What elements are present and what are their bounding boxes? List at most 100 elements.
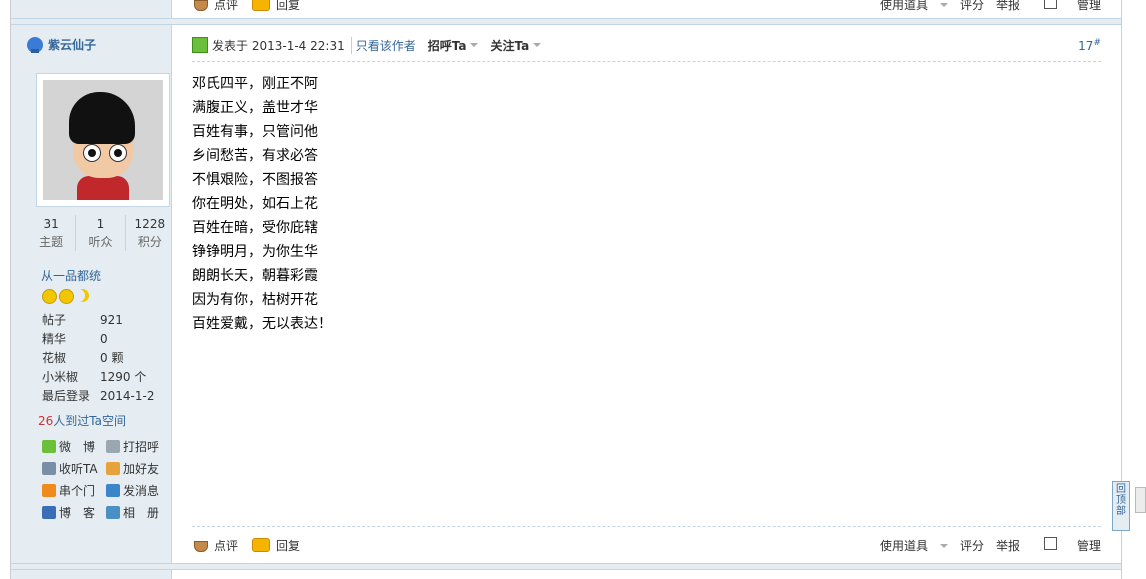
left-gutter [0, 0, 11, 579]
post-header: 发表于 2013-1-4 22:31 只看该作者 招呼Ta 关注Ta 17# [192, 36, 1101, 54]
weibo-label: 微 博 [59, 439, 96, 454]
home-icon [42, 483, 56, 497]
visits-count: 26 [38, 414, 54, 428]
album-link[interactable]: 相 册 [106, 504, 170, 521]
footer-divider [192, 526, 1101, 527]
post-content: 邓氏四平，刚正不阿 满腹正义，盖世才华 百姓有事，只管问他 乡间愁苦，有求必答 … [192, 72, 332, 336]
weibo-star-icon [42, 439, 56, 453]
manage-toggle[interactable]: 管理 [1032, 536, 1101, 554]
coffee-cup-icon [192, 539, 210, 552]
avatar-left-eye [83, 144, 101, 162]
comment-label: 点评 [214, 538, 239, 553]
manage-toggle[interactable]: 管理 [1032, 0, 1101, 13]
avatar-frame[interactable] [36, 73, 170, 207]
info-key: 花椒 [42, 351, 67, 365]
weibo-link[interactable]: 微 博 [42, 438, 106, 455]
poem-line: 乡间愁苦，有求必答 [192, 148, 318, 164]
manage-checkbox[interactable] [1043, 0, 1057, 9]
action-row: 串个门 发消息 [42, 479, 177, 501]
comment-button[interactable]: 点评 [192, 0, 238, 13]
info-row: 小米椒 1290 个 [42, 368, 154, 387]
action-row: 微 博 打招呼 [42, 435, 177, 457]
avatar[interactable] [43, 80, 163, 200]
action-row: 博 客 相 册 [42, 501, 177, 523]
stat-threads[interactable]: 31 主题 [27, 215, 75, 251]
add-friend-label: 加好友 [123, 461, 160, 476]
poem-line: 朗朗长天，朝暮彩霞 [192, 268, 318, 284]
stat-threads-num: 31 [43, 217, 59, 231]
poem-line: 因为有你，枯树开花 [192, 292, 318, 308]
author-header: 紫云仙子 [27, 36, 96, 53]
greet-link[interactable]: 打招呼 [106, 438, 170, 455]
reply-button[interactable]: 回复 [252, 0, 300, 13]
post-floor-number[interactable]: 17# [1078, 38, 1101, 53]
report-link[interactable]: 举报 [996, 0, 1020, 13]
only-author-link[interactable]: 只看该作者 [350, 36, 416, 54]
message-link[interactable]: 发消息 [106, 482, 170, 499]
info-key: 帖子 [42, 313, 67, 327]
stat-points-num: 1228 [134, 217, 166, 231]
author-info: 帖子 921 精华 0 花椒 0 颗 小米椒 1290 个 最后登录 2014-… [42, 311, 154, 406]
blog-icon [42, 505, 56, 519]
speech-bubble-icon [252, 0, 271, 11]
follow-ta-label: 关注Ta [490, 38, 530, 53]
manage-checkbox[interactable] [1043, 536, 1057, 550]
stat-points-label: 积分 [137, 235, 162, 249]
stat-listeners[interactable]: 1 听众 [75, 215, 124, 251]
greet-label: 打招呼 [123, 439, 160, 454]
speech-bubble-icon [252, 538, 271, 552]
envelope-icon [106, 483, 120, 497]
user-rank[interactable]: 从一品都统 [41, 267, 101, 284]
report-link[interactable]: 举报 [996, 537, 1020, 554]
dropdown-arrow-icon [470, 43, 479, 47]
message-label: 发消息 [123, 483, 160, 498]
scrollbar-thumb[interactable] [1135, 487, 1146, 513]
author-actions: 微 博 打招呼 收听TA 加好友 串个门 发消息 博 客 相 册 [42, 435, 177, 523]
smiley-medal-icon [59, 289, 74, 304]
info-key: 精华 [42, 332, 67, 346]
prev-post-tools: 使用道具 评分 举报 管理 [856, 0, 1101, 13]
poem-line: 你在明处，如石上花 [192, 196, 318, 212]
avatar-hair [69, 92, 135, 144]
action-row: 收听TA 加好友 [42, 457, 177, 479]
stat-points[interactable]: 1228 积分 [124, 215, 174, 251]
visit-link[interactable]: 串个门 [42, 482, 106, 499]
reply-label: 回复 [276, 0, 301, 12]
visit-label: 串个门 [59, 483, 96, 498]
author-name[interactable]: 紫云仙子 [48, 36, 96, 53]
coffee-cup-icon [192, 0, 210, 11]
floor-number: 17 [1078, 38, 1094, 53]
use-tools-label: 使用道具 [879, 0, 928, 12]
use-tools-menu[interactable]: 使用道具 [868, 0, 948, 13]
handshake-icon [106, 461, 120, 475]
space-visits-link[interactable]: 26人到过Ta空间 [38, 412, 126, 429]
add-friend-link[interactable]: 加好友 [106, 460, 170, 477]
avatar-body [77, 176, 129, 200]
dropdown-arrow-icon [939, 3, 948, 7]
rate-link[interactable]: 评分 [960, 0, 984, 13]
follow-label: 收听TA [59, 461, 98, 476]
follow-ta-menu[interactable]: 关注Ta [490, 37, 542, 54]
follow-link[interactable]: 收听TA [42, 460, 106, 477]
info-value: 1290 个 [100, 370, 147, 384]
manage-label: 管理 [1076, 538, 1101, 553]
poem-line: 百姓爱戴，无以表达！ [192, 316, 332, 332]
smiley-medal-icon [42, 289, 57, 304]
posted-prefix: 发表于 [212, 38, 249, 53]
rate-link[interactable]: 评分 [960, 537, 984, 554]
follow-users-icon [42, 461, 56, 475]
stat-listeners-num: 1 [96, 217, 105, 231]
visits-text: 人到过Ta空间 [53, 414, 126, 428]
manage-label: 管理 [1076, 0, 1101, 12]
use-tools-menu[interactable]: 使用道具 [868, 537, 948, 554]
info-row: 最后登录 2014-1-2 [42, 387, 154, 406]
back-to-top-button[interactable]: 回顶部 [1112, 481, 1130, 531]
poem-line: 不惧艰险，不图报答 [192, 172, 318, 188]
info-row: 花椒 0 颗 [42, 349, 154, 368]
greet-ta-menu[interactable]: 招呼Ta [428, 37, 479, 54]
blog-link[interactable]: 博 客 [42, 504, 106, 521]
poem-line: 铮铮明月，为你生华 [192, 244, 318, 260]
reply-button[interactable]: 回复 [252, 537, 300, 554]
prev-post-actions: 点评 回复 使用道具 评分 举报 管理 [192, 0, 1101, 14]
comment-button[interactable]: 点评 [192, 537, 238, 554]
